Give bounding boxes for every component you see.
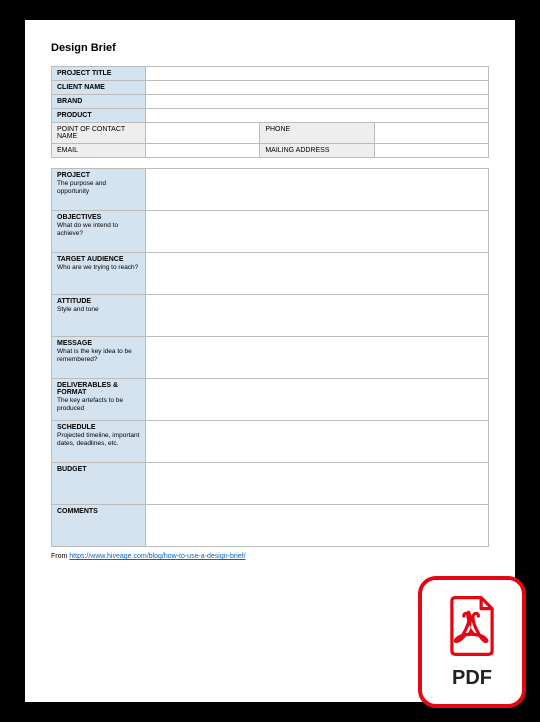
section-label: ATTITUDE xyxy=(57,298,91,305)
label-target-audience: TARGET AUDIENCE Who are we trying to rea… xyxy=(52,253,146,295)
page-title: Design Brief xyxy=(51,42,489,54)
table-row: PROJECT TITLE xyxy=(52,67,489,81)
label-product: PRODUCT xyxy=(52,109,146,123)
section-sub: Who are we trying to reach? xyxy=(57,264,140,272)
label-project: PROJECT The purpose and opportunity xyxy=(52,169,146,211)
sections-table: PROJECT The purpose and opportunity OBJE… xyxy=(51,168,489,547)
label-deliverables: DELIVERABLES & FORMAT The key artefacts … xyxy=(52,379,146,421)
table-row: POINT OF CONTACT NAME PHONE xyxy=(52,123,489,144)
label-schedule: SCHEDULE Projected timeline, important d… xyxy=(52,421,146,463)
section-label: OBJECTIVES xyxy=(57,214,101,221)
pdf-badge-label: PDF xyxy=(452,667,492,690)
value-project xyxy=(146,169,489,211)
value-project-title xyxy=(146,67,489,81)
header-table: PROJECT TITLE CLIENT NAME BRAND PRODUCT … xyxy=(51,66,489,158)
label-client-name: CLIENT NAME xyxy=(52,81,146,95)
section-sub: Style and tone xyxy=(57,306,140,314)
section-sub: The purpose and opportunity xyxy=(57,180,140,196)
value-phone xyxy=(374,123,488,144)
label-objectives: OBJECTIVES What do we intend to achieve? xyxy=(52,211,146,253)
table-row: TARGET AUDIENCE Who are we trying to rea… xyxy=(52,253,489,295)
value-point-of-contact xyxy=(146,123,260,144)
table-row: PROJECT The purpose and opportunity xyxy=(52,169,489,211)
section-sub: Projected timeline, important dates, dea… xyxy=(57,432,140,448)
section-label: COMMENTS xyxy=(57,508,98,515)
table-row: COMMENTS xyxy=(52,505,489,547)
table-row: MESSAGE What is the key idea to be remem… xyxy=(52,337,489,379)
label-phone: PHONE xyxy=(260,123,374,144)
source-prefix: From xyxy=(51,553,69,560)
label-point-of-contact: POINT OF CONTACT NAME xyxy=(52,123,146,144)
table-row: ATTITUDE Style and tone xyxy=(52,295,489,337)
table-row: DELIVERABLES & FORMAT The key artefacts … xyxy=(52,379,489,421)
label-comments: COMMENTS xyxy=(52,505,146,547)
table-row: PRODUCT xyxy=(52,109,489,123)
table-row: SCHEDULE Projected timeline, important d… xyxy=(52,421,489,463)
value-deliverables xyxy=(146,379,489,421)
table-row: CLIENT NAME xyxy=(52,81,489,95)
value-message xyxy=(146,337,489,379)
label-message: MESSAGE What is the key idea to be remem… xyxy=(52,337,146,379)
table-row: BRAND xyxy=(52,95,489,109)
table-row: OBJECTIVES What do we intend to achieve? xyxy=(52,211,489,253)
value-email xyxy=(146,144,260,158)
table-row: BUDGET xyxy=(52,463,489,505)
label-attitude: ATTITUDE Style and tone xyxy=(52,295,146,337)
section-sub: What is the key idea to be remembered? xyxy=(57,348,140,364)
pdf-badge: PDF xyxy=(418,576,526,708)
value-brand xyxy=(146,95,489,109)
value-comments xyxy=(146,505,489,547)
section-sub: What do we intend to achieve? xyxy=(57,222,140,238)
value-objectives xyxy=(146,211,489,253)
value-attitude xyxy=(146,295,489,337)
label-email: EMAIL xyxy=(52,144,146,158)
value-client-name xyxy=(146,81,489,95)
label-budget: BUDGET xyxy=(52,463,146,505)
section-label: MESSAGE xyxy=(57,340,92,347)
source-link[interactable]: https://www.hiveage.com/blog/how-to-use-… xyxy=(69,553,245,560)
section-sub: The key artefacts to be produced xyxy=(57,397,140,413)
value-schedule xyxy=(146,421,489,463)
source-line: From https://www.hiveage.com/blog/how-to… xyxy=(51,553,489,560)
value-target-audience xyxy=(146,253,489,295)
value-product xyxy=(146,109,489,123)
table-row: EMAIL MAILING ADDRESS xyxy=(52,144,489,158)
value-budget xyxy=(146,463,489,505)
pdf-icon xyxy=(444,594,500,663)
label-project-title: PROJECT TITLE xyxy=(52,67,146,81)
section-label: TARGET AUDIENCE xyxy=(57,256,124,263)
spacer xyxy=(51,158,489,168)
section-label: SCHEDULE xyxy=(57,424,96,431)
section-label: BUDGET xyxy=(57,466,87,473)
section-label: PROJECT xyxy=(57,172,90,179)
label-mailing-address: MAILING ADDRESS xyxy=(260,144,374,158)
label-brand: BRAND xyxy=(52,95,146,109)
section-label: DELIVERABLES & FORMAT xyxy=(57,382,118,396)
value-mailing-address xyxy=(374,144,488,158)
